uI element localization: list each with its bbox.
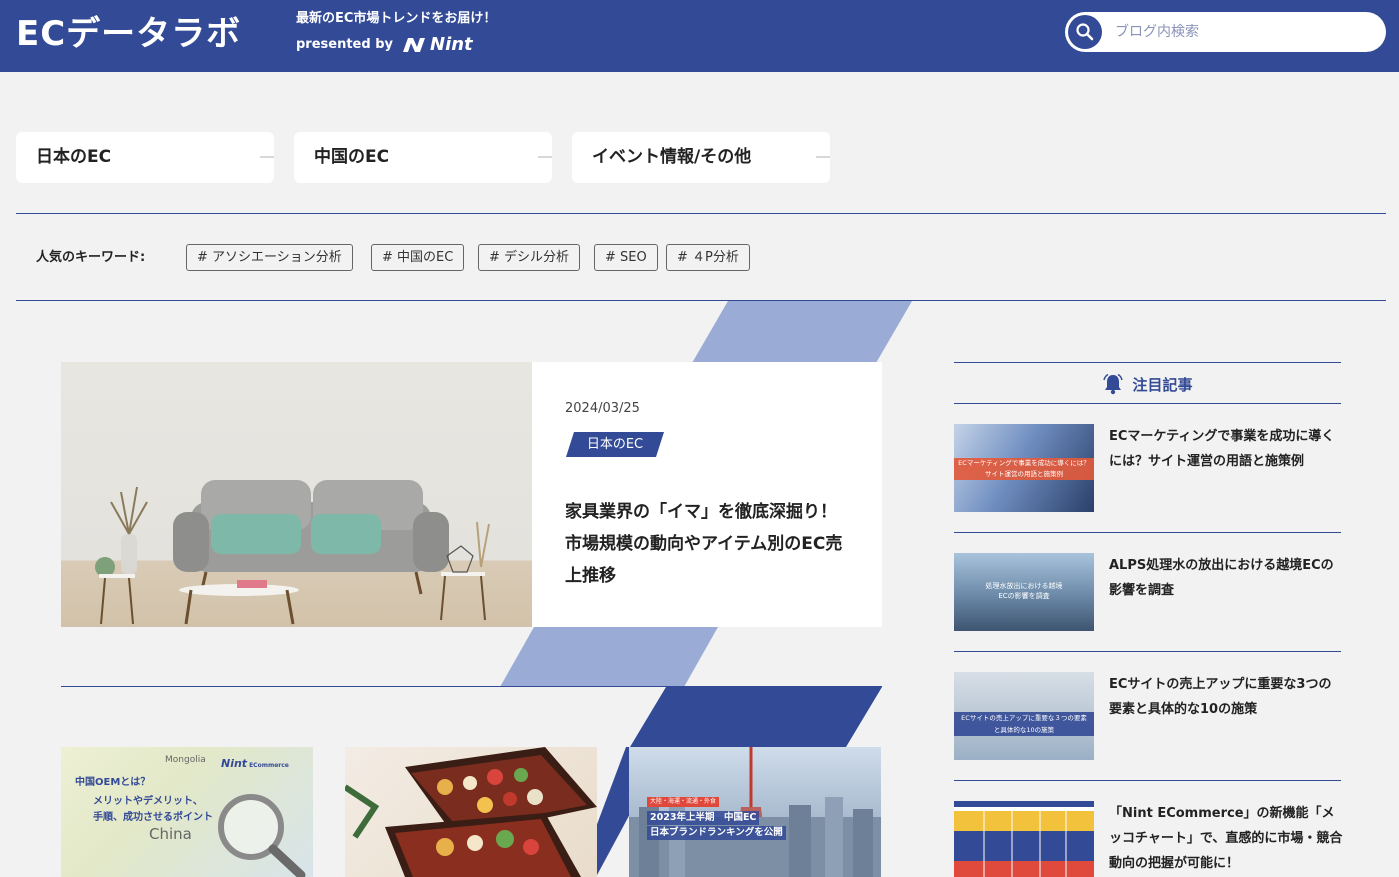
category-label: イベント情報/その他 <box>592 147 752 167</box>
card-heading-line: メリットやデメリット、 <box>93 796 203 807</box>
site-logo[interactable]: ECデータラボ <box>16 12 241 56</box>
sidebar-article-title[interactable]: 「Nint ECommerce」の新機能「メッコチャート」で、直感的に市場・競合… <box>1109 801 1344 876</box>
sidebar-heading-label: 注目記事 <box>1132 375 1193 394</box>
featured-category-label: 日本のEC <box>586 437 644 452</box>
nint-logo-icon <box>403 38 425 52</box>
keywords-label: 人気のキーワード: <box>36 250 146 265</box>
card-heading-line: 手順、成功させるポイント <box>93 812 213 823</box>
magnifier-icon <box>218 794 306 877</box>
keyword-tag[interactable]: # アソシエーション分析 <box>186 244 353 271</box>
map-label: Mongolia <box>165 755 206 765</box>
decor-stripe <box>692 301 912 363</box>
featured-category-badge[interactable]: 日本のEC <box>566 432 664 457</box>
thumb-caption: ECサイトの売上アップに重要な３つの要素と具体的な10の施策 <box>954 712 1094 736</box>
presented-by: presented by Nint <box>296 34 473 56</box>
category-label: 日本のEC <box>36 147 112 167</box>
keyword-tag[interactable]: # デシル分析 <box>478 244 581 271</box>
article-card-image[interactable] <box>345 747 597 877</box>
sidebar-rule <box>954 780 1341 781</box>
nint-logo-text: Nint <box>430 34 473 55</box>
thumb-caption: 処理水放出における越境ECの影響を調査 <box>985 582 1063 600</box>
category-dash <box>260 156 274 158</box>
logo-subtext: ECommerce <box>249 762 289 769</box>
mekko-chart-thumb <box>954 801 1094 877</box>
sidebar-article-thumb[interactable]: 処理水放出における越境ECの影響を調査 <box>954 553 1094 631</box>
divider <box>16 213 1386 214</box>
thumb-caption: ECマーケティングで事業を成功に導くには？サイト運営の用語と施策例 <box>954 458 1094 480</box>
card-heading-line: 日本ブランドランキングを公開 <box>647 826 786 840</box>
map-label: China <box>149 825 192 843</box>
keyword-tag[interactable]: # ４P分析 <box>666 244 750 271</box>
nint-logo[interactable]: Nint <box>401 34 473 56</box>
sidebar-article-title[interactable]: ALPS処理水の放出における越境ECの影響を調査 <box>1109 553 1344 603</box>
sidebar-rule <box>954 532 1341 533</box>
card-badge: 大陸・海運・流通・外食 <box>647 797 720 807</box>
search-input[interactable] <box>1115 20 1365 44</box>
article-card-image[interactable]: Mongolia Nint ECommerce 中国OEMとは？ メリットやデメ… <box>61 747 313 877</box>
sidebar-heading: 注目記事 <box>954 370 1341 398</box>
presented-by-label: presented by <box>296 37 393 52</box>
search-icon <box>1076 23 1094 41</box>
category-events[interactable]: イベント情報/その他 <box>572 132 830 183</box>
card-heading-line: 2023年上半期 中国EC <box>647 811 760 825</box>
category-dash <box>816 156 830 158</box>
sidebar-rule <box>954 362 1341 363</box>
featured-article-card[interactable]: 2024/03/25 日本のEC 家具業界の「イマ」を徹底深掘り！市場規模の動向… <box>532 362 882 627</box>
category-china-ec[interactable]: 中国のEC <box>294 132 552 183</box>
card-heading-line: 中国OEMとは？ <box>75 777 151 788</box>
decor-stripe <box>500 627 718 687</box>
sidebar-article-thumb[interactable] <box>954 801 1094 877</box>
sofa-illustration <box>95 480 490 625</box>
keyword-tag[interactable]: # SEO <box>594 244 658 271</box>
sidebar-article-title[interactable]: ECサイトの売上アップに重要な3つの要素と具体的な10の施策 <box>1109 672 1344 722</box>
category-dash <box>538 156 552 158</box>
sidebar-article-thumb[interactable]: ECマーケティングで事業を成功に導くには？サイト運営の用語と施策例 <box>954 424 1094 512</box>
sidebar-article-title[interactable]: ECマーケティングで事業を成功に導くには？サイト運営の用語と施策例 <box>1109 424 1344 474</box>
search-box <box>1065 12 1386 52</box>
nint-ecommerce-logo: Nint ECommerce <box>221 757 289 770</box>
sidebar-rule <box>954 651 1341 652</box>
featured-title[interactable]: 家具業界の「イマ」を徹底深掘り！市場規模の動向やアイテム別のEC売上推移 <box>565 496 845 592</box>
article-card-image[interactable]: 大陸・海運・流通・外食 2023年上半期 中国EC 日本ブランドランキングを公開 <box>629 747 881 877</box>
keyword-tag[interactable]: # 中国のEC <box>371 244 465 271</box>
sidebar-rule <box>954 403 1341 404</box>
featured-date: 2024/03/25 <box>565 401 640 416</box>
osechi-photo <box>345 747 597 877</box>
site-header: ECデータラボ 最新のEC市場トレンドをお届け！ presented by Ni… <box>0 0 1399 72</box>
sidebar-article-thumb[interactable]: ECサイトの売上アップに重要な３つの要素と具体的な10の施策 <box>954 672 1094 760</box>
bell-icon <box>1103 373 1124 395</box>
featured-image[interactable] <box>61 362 532 627</box>
category-label: 中国のEC <box>314 147 390 167</box>
search-button[interactable] <box>1068 15 1102 49</box>
logo-text: Nint <box>221 757 248 770</box>
category-japan-ec[interactable]: 日本のEC <box>16 132 274 183</box>
site-tagline: 最新のEC市場トレンドをお届け！ <box>296 11 497 26</box>
